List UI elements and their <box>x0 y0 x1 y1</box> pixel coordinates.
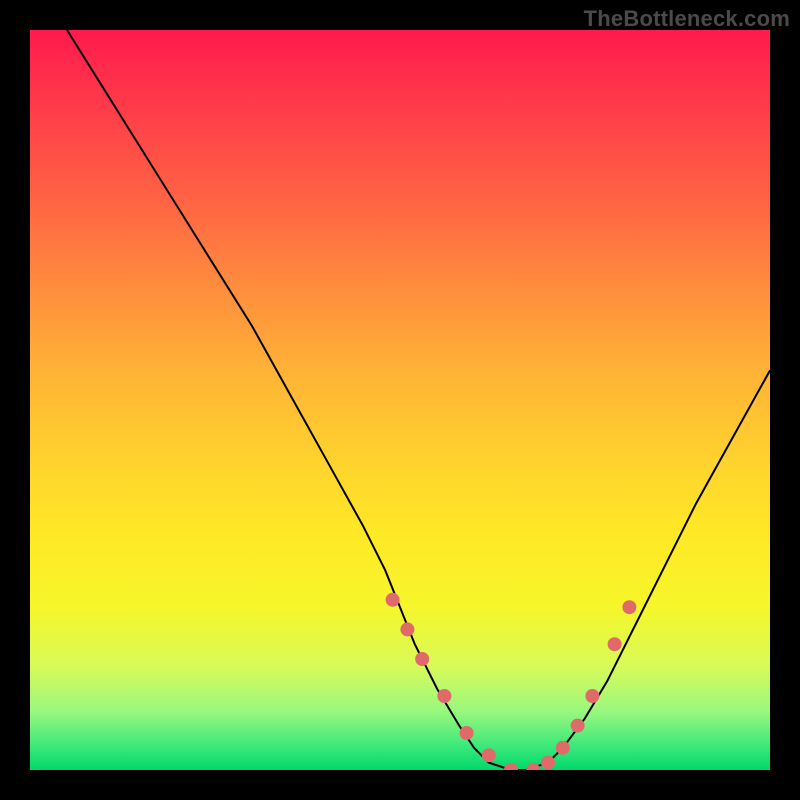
watermark-text: TheBottleneck.com <box>584 6 790 32</box>
highlight-dot <box>460 726 474 740</box>
highlight-dot <box>622 600 636 614</box>
outer-frame: TheBottleneck.com <box>0 0 800 800</box>
highlight-dot <box>482 748 496 762</box>
highlight-dot <box>556 741 570 755</box>
chart-svg <box>30 30 770 770</box>
plot-area <box>30 30 770 770</box>
highlight-dot <box>504 763 518 770</box>
highlight-dot <box>608 637 622 651</box>
highlight-dot <box>400 622 414 636</box>
highlight-dot <box>541 756 555 770</box>
highlight-dot <box>437 689 451 703</box>
highlight-dot <box>585 689 599 703</box>
highlight-dot <box>526 763 540 770</box>
highlight-dot <box>386 593 400 607</box>
highlight-dot <box>571 719 585 733</box>
highlight-dot <box>415 652 429 666</box>
highlight-dots-group <box>386 593 637 770</box>
